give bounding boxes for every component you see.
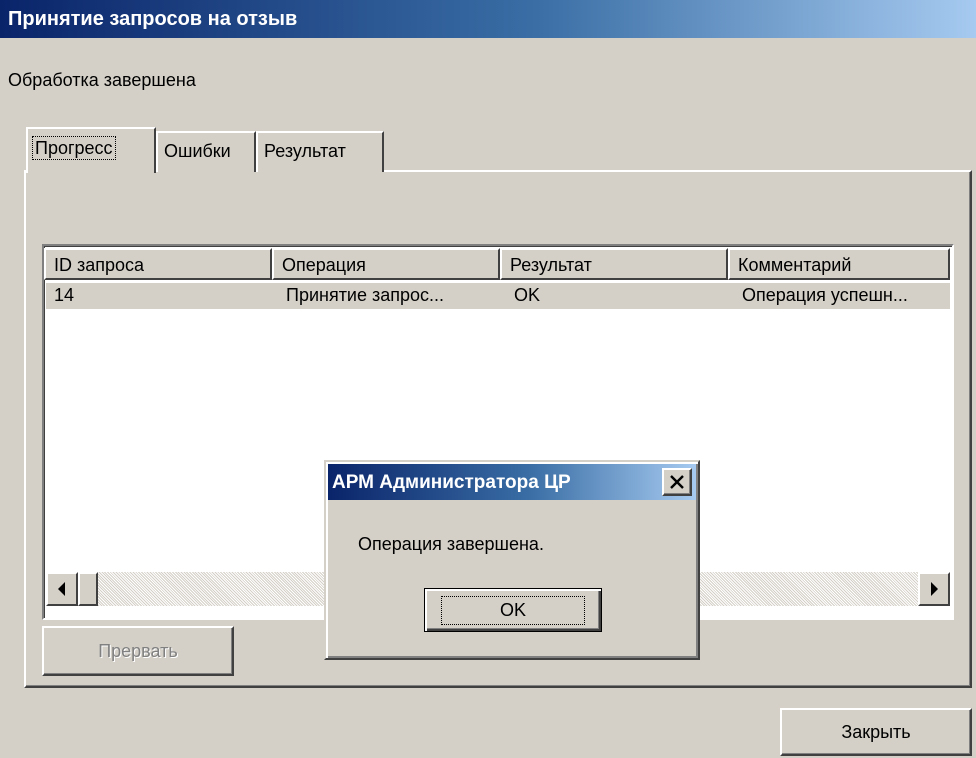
table-row[interactable]: 14 Принятие запрос... OK Операция успешн…	[46, 283, 950, 309]
abort-button-label: Прервать	[98, 640, 178, 661]
cell-operation: Принятие запрос...	[286, 285, 445, 305]
column-header-operation[interactable]: Операция	[272, 248, 500, 280]
tab-errors-label: Ошибки	[164, 141, 231, 161]
tab-result[interactable]: Результат	[256, 131, 384, 172]
window-title: Принятие запросов на отзыв	[8, 8, 298, 30]
scroll-left-button[interactable]	[46, 572, 78, 606]
dialog-message: Операция завершена.	[358, 534, 544, 554]
close-button[interactable]: Закрыть	[780, 708, 972, 756]
right-arrow-icon	[931, 582, 938, 596]
cell-request-id: 14	[54, 285, 75, 305]
left-arrow-icon	[58, 582, 65, 596]
tab-progress-label: Прогресс	[32, 136, 116, 160]
column-header-result[interactable]: Результат	[500, 248, 728, 280]
status-text: Обработка завершена	[8, 70, 196, 90]
scroll-right-button[interactable]	[918, 572, 950, 606]
ok-button-label: OK	[440, 595, 586, 625]
tab-progress[interactable]: Прогресс	[26, 127, 156, 173]
dialog-close-button[interactable]	[662, 468, 692, 496]
abort-button[interactable]: Прервать	[42, 626, 234, 676]
scrollbar-thumb[interactable]	[78, 572, 98, 606]
list-header: ID запроса Операция Результат Комментари…	[44, 248, 950, 280]
column-header-comment[interactable]: Комментарий	[728, 248, 950, 280]
column-header-request-id[interactable]: ID запроса	[44, 248, 272, 280]
ok-button[interactable]: OK	[424, 588, 602, 632]
tab-errors[interactable]: Ошибки	[156, 131, 256, 172]
cell-result: OK	[514, 285, 541, 305]
cell-comment: Операция успешн...	[742, 285, 908, 305]
tab-result-label: Результат	[264, 141, 346, 161]
dialog-title: АРМ Администратора ЦР	[332, 472, 571, 493]
close-button-label: Закрыть	[841, 721, 911, 742]
close-icon	[670, 475, 684, 489]
